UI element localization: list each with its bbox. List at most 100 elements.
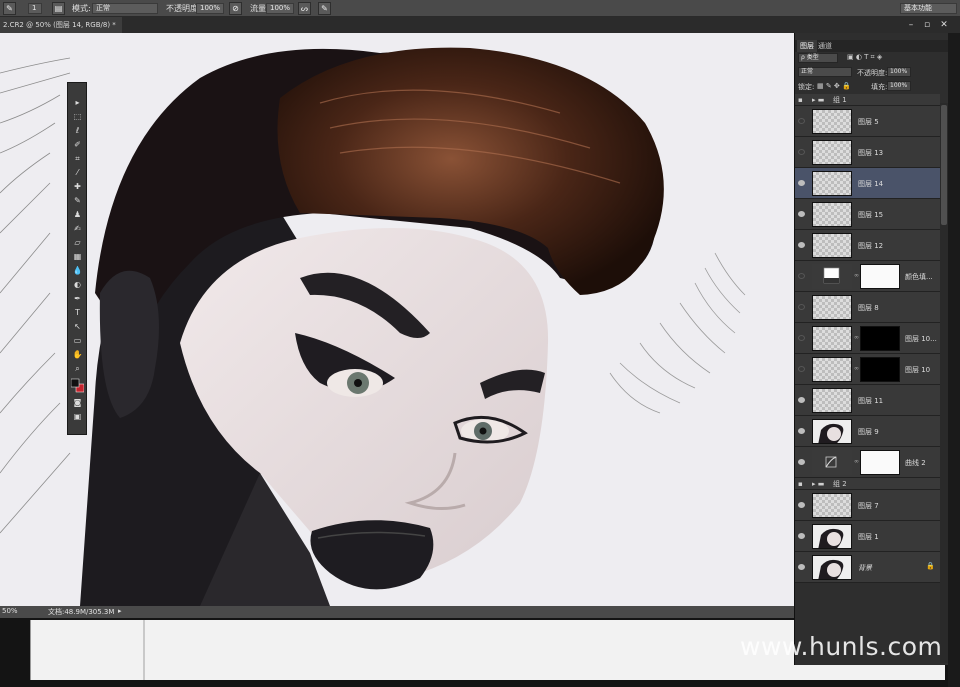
layer-row[interactable]: ∞ 曲线 2 (795, 447, 940, 478)
eye-icon[interactable] (798, 180, 805, 186)
layer-row[interactable]: 背景 🔒 (795, 552, 940, 583)
crop-tool-icon[interactable]: ⌗ (71, 153, 84, 165)
layer-name: 图层 8 (858, 304, 879, 312)
path-select-tool-icon[interactable]: ↖ (71, 321, 84, 333)
layer-row[interactable]: ∞ 颜色填... (795, 261, 940, 292)
move-tool-icon[interactable]: ▸ (71, 97, 84, 109)
folder-icon: ▸ ▬ (812, 96, 825, 104)
color-swatches-icon[interactable] (70, 377, 85, 395)
eyedropper-tool-icon[interactable]: ⁄ (71, 167, 84, 179)
layer-row[interactable]: 图层 13 (795, 137, 940, 168)
document-canvas[interactable] (0, 33, 794, 606)
document-tab[interactable]: 2.CR2 @ 50% (图层 14, RGB/8) * (0, 17, 122, 33)
history-brush-tool-icon[interactable]: ✍ (71, 223, 84, 235)
lock-icons[interactable]: ▦ ✎ ✥ 🔒 (817, 82, 851, 90)
layer-name: 图层 9 (858, 428, 879, 436)
hand-tool-icon[interactable]: ✋ (71, 349, 84, 361)
link-icon[interactable]: ∞ (854, 272, 859, 279)
portrait-image (0, 47, 746, 606)
close-button[interactable]: ✕ (937, 19, 951, 31)
eye-icon[interactable] (798, 564, 805, 570)
status-menu-icon[interactable]: ▸ (118, 607, 122, 615)
layer-name: 图层 10... (905, 335, 937, 343)
eraser-tool-icon[interactable]: ▱ (71, 237, 84, 249)
workspace-select[interactable]: 基本功能 (900, 3, 957, 14)
eye-icon[interactable] (798, 428, 805, 434)
layer-row-selected[interactable]: 图层 14 (795, 168, 940, 199)
layer-row[interactable]: 图层 9 (795, 416, 940, 447)
brush-panel-icon[interactable]: ▤ (52, 2, 65, 15)
layer-group-1[interactable]: ▪ ▸ ▬ 组 1 (795, 94, 940, 106)
flow-field[interactable]: 100% (266, 3, 294, 14)
layer-mask-thumbnail[interactable] (860, 357, 900, 382)
link-icon[interactable]: ∞ (854, 365, 859, 372)
eye-icon[interactable] (798, 533, 805, 539)
blend-mode-select[interactable]: 正常 (798, 67, 852, 77)
eye-icon[interactable]: ▪ (798, 478, 803, 490)
dodge-tool-icon[interactable]: ◐ (71, 279, 84, 291)
filter-icons[interactable]: ▣ ◐ T ⌗ ◈ (847, 53, 882, 62)
layer-row[interactable]: 图层 12 (795, 230, 940, 261)
layer-mask-thumbnail[interactable] (860, 450, 900, 475)
eye-icon[interactable] (798, 366, 805, 372)
eye-icon[interactable] (798, 118, 805, 124)
restore-button[interactable]: ▫ (920, 19, 934, 31)
quick-select-tool-icon[interactable]: ✐ (71, 139, 84, 151)
marquee-tool-icon[interactable]: ⬚ (71, 111, 84, 123)
layer-row[interactable]: ∞ 图层 10 (795, 354, 940, 385)
layer-filter-select[interactable]: ρ 类型 (798, 53, 838, 63)
scrollbar-thumb[interactable] (941, 105, 947, 225)
curves-icon (812, 450, 852, 475)
zoom-tool-icon[interactable]: ⌕ (71, 363, 84, 375)
minimize-button[interactable]: – (904, 19, 918, 31)
eye-icon[interactable] (798, 397, 805, 403)
layer-mask-thumbnail[interactable] (860, 264, 900, 289)
layer-row[interactable]: 图层 15 (795, 199, 940, 230)
pen-tool-icon[interactable]: ✒ (71, 293, 84, 305)
eye-icon[interactable] (798, 304, 805, 310)
shape-tool-icon[interactable]: ▭ (71, 335, 84, 347)
healing-tool-icon[interactable]: ✚ (71, 181, 84, 193)
eye-icon[interactable] (798, 459, 805, 465)
layer-row[interactable]: 图层 7 (795, 490, 940, 521)
link-icon[interactable]: ∞ (854, 458, 859, 465)
link-icon[interactable]: ∞ (854, 334, 859, 341)
layer-mask-thumbnail[interactable] (860, 326, 900, 351)
pressure-size-icon[interactable]: ✎ (318, 2, 331, 15)
eye-icon[interactable] (798, 149, 805, 155)
lasso-tool-icon[interactable]: ℓ (71, 125, 84, 137)
layer-row[interactable]: 图层 1 (795, 521, 940, 552)
quick-mask-icon[interactable]: ◙ (71, 397, 84, 409)
brush-tool-icon[interactable]: ✎ (3, 2, 16, 15)
layer-row[interactable]: ∞ 图层 10... (795, 323, 940, 354)
tab-layers[interactable]: 图层 (797, 40, 817, 52)
layer-row[interactable]: 图层 11 (795, 385, 940, 416)
screen-mode-icon[interactable]: ▣ (71, 411, 84, 423)
layers-scrollbar[interactable] (940, 103, 948, 663)
clone-stamp-tool-icon[interactable]: ♟ (71, 209, 84, 221)
layer-opacity-field[interactable]: 100% (887, 67, 911, 77)
layer-thumbnail (812, 295, 852, 320)
opacity-field[interactable]: 100% (196, 3, 224, 14)
eye-icon[interactable] (798, 211, 805, 217)
blur-tool-icon[interactable]: 💧 (71, 265, 84, 277)
fill-field[interactable]: 100% (887, 81, 911, 91)
pressure-opacity-icon[interactable]: ⊘ (229, 2, 242, 15)
brush-size-picker[interactable]: 1 (28, 3, 42, 14)
mode-select[interactable]: 正常 (92, 3, 158, 14)
layer-group-2[interactable]: ▪ ▸ ▬ 组 2 (795, 478, 940, 490)
eye-icon[interactable] (798, 273, 805, 279)
type-tool-icon[interactable]: T (71, 307, 84, 319)
gradient-tool-icon[interactable]: ▦ (71, 251, 84, 263)
group-name: 组 1 (833, 96, 847, 104)
airbrush-icon[interactable]: ᔕ (298, 2, 311, 15)
tab-channels[interactable]: 通道 (815, 40, 835, 52)
layer-row[interactable]: 图层 5 (795, 106, 940, 137)
eye-icon[interactable] (798, 502, 805, 508)
zoom-level[interactable]: 50% (2, 607, 18, 615)
eye-icon[interactable] (798, 242, 805, 248)
eye-icon[interactable] (798, 335, 805, 341)
brush-tool-icon[interactable]: ✎ (71, 195, 84, 207)
layer-row[interactable]: 图层 8 (795, 292, 940, 323)
eye-icon[interactable]: ▪ (798, 94, 803, 106)
